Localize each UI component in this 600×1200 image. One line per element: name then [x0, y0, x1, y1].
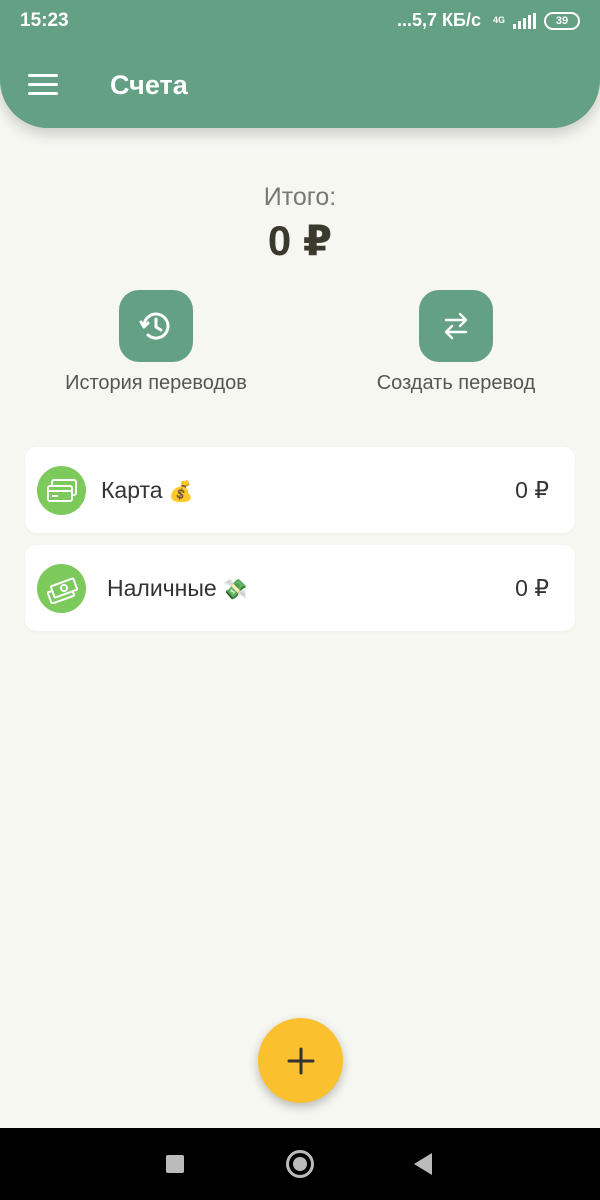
- battery-icon: 39: [544, 11, 580, 30]
- total-value: 0 ₽: [267, 217, 333, 264]
- create-transfer-label: Создать перевод: [376, 372, 536, 394]
- app-header: 15:23 ...5,7 КБ/с 4G 39 Счета: [0, 0, 600, 128]
- account-amount: 0 ₽: [515, 575, 549, 601]
- network-type: 4G: [492, 15, 505, 25]
- create-transfer-button[interactable]: Создать перевод: [356, 290, 556, 395]
- page-title: Счета: [110, 70, 188, 100]
- account-card-card[interactable]: Карта 💰 0 ₽: [25, 447, 575, 533]
- signal-icon: [513, 12, 536, 29]
- home-icon[interactable]: [286, 1150, 314, 1178]
- hamburger-menu-icon[interactable]: [28, 74, 58, 96]
- total-label: Итого:: [263, 183, 337, 211]
- plus-icon: [287, 1047, 314, 1074]
- account-amount: 0 ₽: [515, 477, 549, 503]
- credit-cards-icon: [37, 466, 86, 515]
- money-bag-icon: 💰: [168, 481, 194, 503]
- transfer-arrows-icon: [419, 290, 493, 362]
- status-bar: 15:23 ...5,7 КБ/с 4G 39: [0, 0, 600, 44]
- transfer-history-button[interactable]: История переводов: [56, 290, 256, 395]
- account-card-cash[interactable]: Наличные 💸 0 ₽: [25, 545, 575, 631]
- status-indicators: ...5,7 КБ/с 4G 39: [397, 10, 580, 31]
- transfer-history-label: История переводов: [65, 372, 247, 394]
- account-name-text: Наличные: [107, 575, 217, 601]
- recent-apps-icon[interactable]: [166, 1155, 184, 1173]
- add-account-button[interactable]: [258, 1018, 343, 1103]
- network-speed: ...5,7 КБ/с: [397, 10, 481, 30]
- system-nav-bar: [0, 1128, 600, 1200]
- battery-level: 39: [555, 14, 569, 27]
- account-name: Наличные 💸: [107, 575, 248, 602]
- account-name-text: Карта: [101, 477, 163, 503]
- history-clock-icon: [119, 290, 193, 362]
- back-icon[interactable]: [414, 1153, 432, 1175]
- cash-money-icon: [37, 564, 86, 613]
- status-time: 15:23: [20, 10, 69, 31]
- account-name: Карта 💰: [101, 477, 193, 504]
- money-wings-icon: 💸: [222, 579, 248, 601]
